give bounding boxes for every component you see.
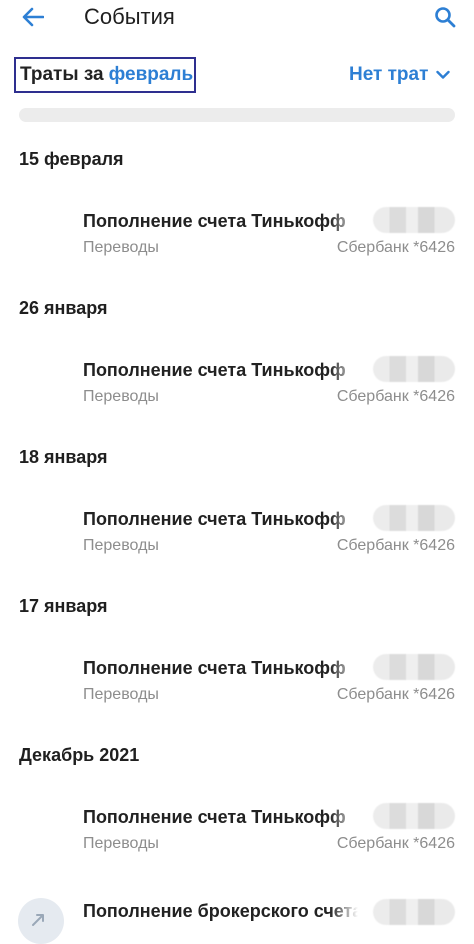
date-group-header: 17 января (19, 596, 108, 616)
transaction-title: Пополнение брокерского счета (83, 901, 358, 922)
month-link[interactable]: февраль (109, 64, 194, 86)
blurred-amount (373, 505, 455, 531)
transaction-title: Пополнение счета Тинькофф (83, 360, 358, 381)
no-spend-dropdown[interactable]: Нет трат (349, 64, 451, 86)
transaction-category: Переводы (83, 835, 159, 852)
spending-progress-bar (19, 108, 455, 122)
blurred-amount (373, 207, 455, 233)
transaction-category: Переводы (83, 388, 159, 405)
page-title: События (84, 4, 175, 29)
back-button[interactable] (18, 3, 48, 31)
blurred-amount (373, 654, 455, 680)
transaction-title: Пополнение счета Тинькофф (83, 211, 358, 232)
transaction-account: Сбербанк *6426 (336, 835, 455, 852)
top-app-bar: События (0, 0, 474, 36)
date-group-header: 18 января (19, 447, 108, 467)
no-spend-label: Нет трат (349, 64, 429, 85)
spending-label: Траты за (20, 64, 104, 85)
spending-period-selector[interactable]: Траты за февраль (14, 57, 196, 93)
date-group-header: Декабрь 2021 (19, 745, 140, 765)
transaction-account: Сбербанк *6426 (336, 537, 455, 554)
transaction-title: Пополнение счета Тинькофф (83, 658, 358, 679)
blurred-amount (373, 803, 455, 829)
transaction-title: Пополнение счета Тинькофф (83, 807, 358, 828)
search-button[interactable] (432, 4, 458, 30)
transaction-category: Переводы (83, 686, 159, 703)
transaction-category: Переводы (83, 239, 159, 256)
chevron-down-icon (436, 70, 451, 79)
blurred-amount (373, 356, 455, 382)
transaction-account: Сбербанк *6426 (336, 686, 455, 703)
date-group-header: 26 января (19, 298, 108, 318)
transaction-category: Переводы (83, 537, 159, 554)
arrow-left-icon (22, 7, 44, 27)
date-group-header: 15 февраля (19, 149, 124, 169)
transaction-title: Пополнение счета Тинькофф (83, 509, 358, 530)
category-avatar (18, 898, 64, 944)
transaction-account: Сбербанк *6426 (336, 388, 455, 405)
search-icon (435, 7, 456, 28)
blurred-amount (373, 899, 455, 925)
transfer-icon (32, 914, 44, 926)
transaction-account: Сбербанк *6426 (336, 239, 455, 256)
